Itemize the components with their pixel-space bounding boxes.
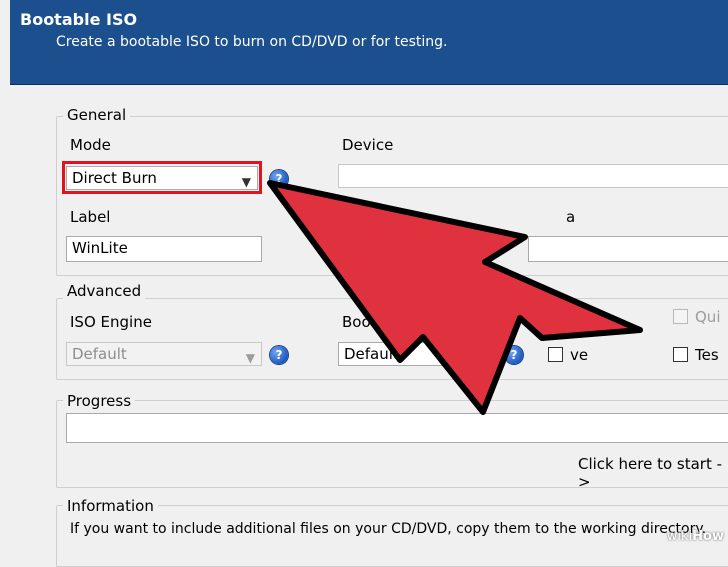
arrow-annotation-shape xyxy=(267,180,643,415)
watermark: wikiHow xyxy=(667,529,724,544)
watermark-prefix: wiki xyxy=(666,529,693,544)
watermark-suffix: How xyxy=(692,529,724,544)
arrow-annotation xyxy=(267,180,643,415)
